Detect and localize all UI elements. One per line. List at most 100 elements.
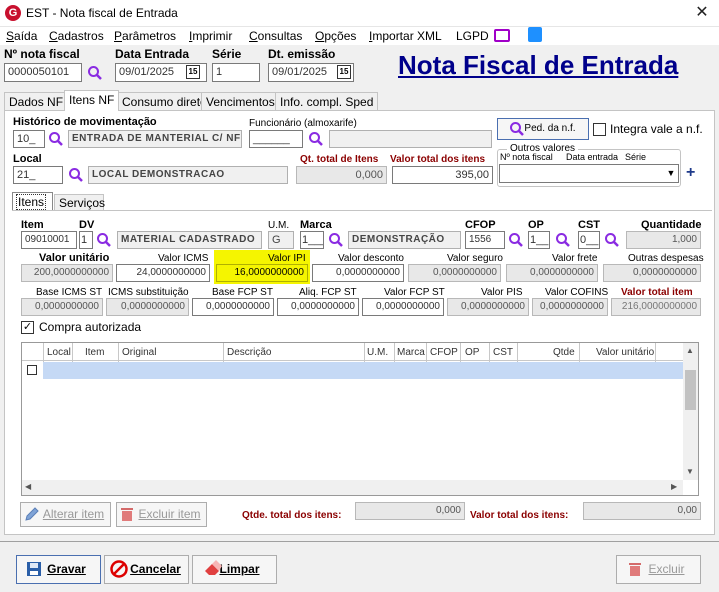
- tab-info-compl-sped[interactable]: Info. compl. Sped: [275, 92, 379, 110]
- menu-cadastros[interactable]: Cadastros: [49, 29, 104, 43]
- integra-checkbox[interactable]: [593, 123, 606, 136]
- app-shortcut-icon[interactable]: [528, 27, 542, 42]
- calendar-icon[interactable]: 15: [337, 65, 351, 79]
- cfop-field[interactable]: 1556: [465, 231, 505, 249]
- col-op[interactable]: OP: [465, 347, 479, 358]
- search-icon[interactable]: [328, 232, 344, 248]
- search-icon[interactable]: [308, 131, 324, 147]
- search-icon[interactable]: [48, 131, 64, 147]
- menu-consultas[interactable]: Consultas: [249, 29, 302, 43]
- nota-label: Nº nota fiscal: [4, 47, 80, 61]
- nota-field[interactable]: 0000050101: [4, 63, 82, 82]
- col-um[interactable]: U.M.: [367, 347, 388, 358]
- menu-lgpd[interactable]: LGPD: [456, 29, 489, 43]
- item-label: Item: [21, 219, 44, 231]
- search-icon[interactable]: [604, 232, 620, 248]
- scroll-down-icon[interactable]: ▼: [686, 467, 694, 476]
- tab-dados-nf[interactable]: Dados NF: [4, 92, 69, 110]
- menu-imprimir[interactable]: Imprimir: [189, 29, 232, 43]
- col-cst[interactable]: CST: [493, 347, 513, 358]
- tab-itens-nf[interactable]: Itens NF: [64, 90, 120, 111]
- menu-importar-xml[interactable]: Importar XML: [369, 29, 442, 43]
- historico-code-field[interactable]: 10_: [13, 130, 45, 148]
- item-field[interactable]: 09010001: [21, 231, 77, 249]
- icms-substituicao-field: 0,0000000000: [106, 298, 189, 316]
- cancelar-label: Cancelar: [130, 562, 181, 576]
- funcionario-code-field[interactable]: ______: [249, 130, 303, 148]
- col-local[interactable]: Local: [47, 347, 71, 358]
- base-fcp-st-field[interactable]: 0,0000000000: [192, 298, 274, 316]
- col-descricao[interactable]: Descrição: [227, 347, 271, 358]
- col-valor-unitario[interactable]: Valor unitário: [596, 347, 654, 358]
- local-code-field[interactable]: 21_: [13, 166, 63, 184]
- local-label: Local: [13, 153, 42, 165]
- col-original[interactable]: Original: [122, 347, 156, 358]
- menu-saida[interactable]: Saída: [6, 29, 37, 43]
- outras-despesas-label: Outras despesas: [628, 253, 704, 264]
- save-icon: [27, 562, 41, 576]
- qtde-total-itens-label: Qtde. total dos itens:: [242, 510, 342, 521]
- search-icon[interactable]: [68, 167, 84, 183]
- scrollbar-thumb[interactable]: [685, 370, 696, 410]
- um-field: G: [268, 231, 294, 249]
- outros-valores-select[interactable]: [499, 164, 679, 183]
- search-icon[interactable]: [96, 232, 112, 248]
- subtab-itens[interactable]: Itens: [12, 192, 53, 210]
- tab-consumo-direto[interactable]: Consumo direto: [117, 92, 212, 110]
- search-icon[interactable]: [87, 65, 103, 81]
- marca-code-field[interactable]: 1___: [300, 231, 324, 249]
- um-label: U.M.: [268, 220, 290, 231]
- menu-opcoes[interactable]: Opções: [315, 29, 356, 43]
- funcionario-name-field: [329, 130, 492, 148]
- menu-bar: [0, 27, 719, 45]
- search-icon[interactable]: [555, 232, 571, 248]
- scroll-left-icon[interactable]: ◀: [25, 482, 31, 491]
- cst-field[interactable]: 0__: [578, 231, 600, 249]
- window-title: EST - Nota fiscal de Entrada: [26, 6, 178, 20]
- close-icon[interactable]: ✕: [690, 2, 714, 24]
- table-row[interactable]: [43, 362, 683, 379]
- chevron-down-icon[interactable]: ▼: [664, 166, 678, 181]
- valor-total-field: 395,00: [392, 166, 493, 184]
- monitor-icon[interactable]: [494, 29, 510, 42]
- alterar-item-label: Alterar item: [42, 507, 105, 521]
- col-cfop[interactable]: CFOP: [430, 347, 458, 358]
- valor-icms-field[interactable]: 24,0000000000: [116, 264, 210, 282]
- col-item[interactable]: Item: [85, 347, 104, 358]
- serie-field[interactable]: 1: [212, 63, 260, 82]
- trash-icon: [629, 563, 641, 576]
- calendar-icon[interactable]: 15: [186, 65, 200, 79]
- scroll-up-icon[interactable]: ▲: [686, 346, 694, 355]
- compra-autorizada-label: Compra autorizada: [39, 320, 142, 334]
- dv-field[interactable]: 1: [79, 231, 93, 249]
- compra-autorizada-checkbox[interactable]: ✓: [21, 321, 34, 334]
- search-icon[interactable]: [508, 232, 524, 248]
- data-entrada-label: Data Entrada: [115, 47, 190, 61]
- subtab-servicos[interactable]: Serviços: [54, 194, 105, 210]
- cst-label: CST: [578, 219, 600, 231]
- add-icon[interactable]: +: [686, 164, 695, 182]
- op-field[interactable]: 1__: [528, 231, 550, 249]
- scroll-right-icon[interactable]: ▶: [671, 482, 677, 491]
- vertical-scrollbar[interactable]: [683, 343, 698, 480]
- base-icms-st-label: Base ICMS ST: [36, 287, 103, 298]
- outros-col-data: Data entrada: [566, 152, 619, 162]
- col-marca[interactable]: Marca: [397, 347, 425, 358]
- aliq-fcp-st-field[interactable]: 0,0000000000: [277, 298, 359, 316]
- col-qtde[interactable]: Qtde: [553, 347, 575, 358]
- valor-ipi-field[interactable]: 16,0000000000: [216, 264, 308, 282]
- qt-total-field: 0,000: [296, 166, 387, 184]
- valor-frete-field: 0,0000000000: [506, 264, 598, 282]
- base-fcp-st-label: Base FCP ST: [212, 287, 273, 298]
- valor-seguro-field: 0,0000000000: [408, 264, 501, 282]
- menu-parametros[interactable]: Parâmetros: [114, 29, 176, 43]
- valor-desconto-label: Valor desconto: [338, 253, 404, 264]
- base-icms-st-field: 0,0000000000: [21, 298, 103, 316]
- historico-desc-field: ENTRADA DE MANTERIAL C/ NF: [68, 130, 242, 148]
- valor-fcp-st-field[interactable]: 0,0000000000: [362, 298, 444, 316]
- tab-vencimentos[interactable]: Vencimentos: [201, 92, 280, 110]
- valor-desconto-field[interactable]: 0,0000000000: [312, 264, 404, 282]
- horizontal-scrollbar[interactable]: [22, 480, 683, 495]
- row-checkbox[interactable]: [27, 365, 37, 375]
- pedido-nf-label: Ped. da n.f.: [524, 123, 576, 134]
